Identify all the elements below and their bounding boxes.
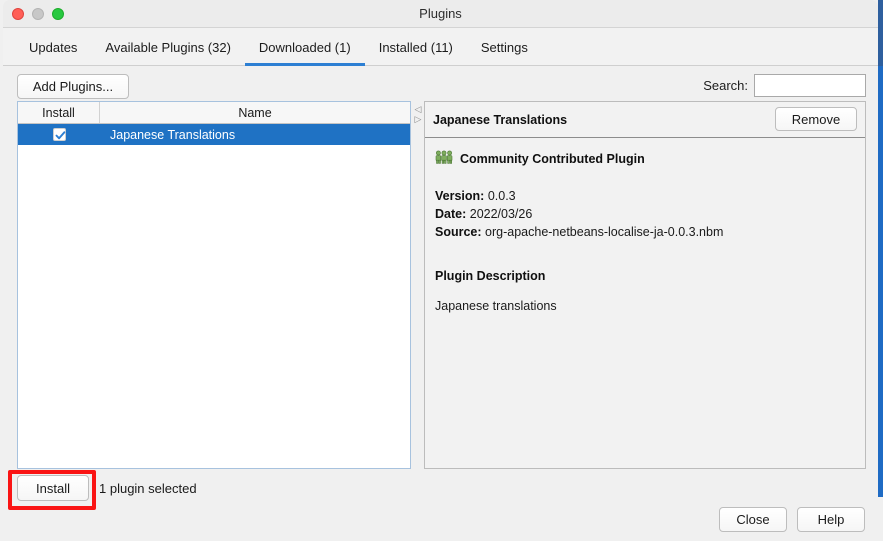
date-value: 2022/03/26	[469, 207, 533, 221]
plugin-name-cell: Japanese Translations	[110, 127, 236, 142]
community-people-icon	[435, 150, 453, 167]
description-heading: Plugin Description	[435, 269, 546, 283]
date-key: Date:	[435, 207, 467, 221]
split-pane-divider[interactable]: ◁ ▷	[412, 101, 424, 469]
title-bar: Plugins	[3, 0, 878, 28]
content-area: Add Plugins... Search: Install Name Japa…	[3, 66, 878, 541]
tab-available-plugins[interactable]: Available Plugins (32)	[91, 28, 245, 66]
window-edge-strip-top	[878, 0, 883, 66]
community-label: Community Contributed Plugin	[460, 151, 645, 166]
tab-downloaded[interactable]: Downloaded (1)	[244, 28, 365, 66]
collapse-left-icon[interactable]: ◁	[415, 105, 422, 114]
search-label: Search:	[703, 78, 748, 93]
window-edge-strip	[878, 0, 883, 497]
close-button[interactable]: Close	[719, 507, 787, 532]
tab-label: Available Plugins (32)	[105, 39, 231, 55]
community-badge: Community Contributed Plugin	[435, 150, 855, 167]
tab-label: Downloaded (1)	[258, 39, 351, 55]
plugins-window: Plugins Updates Available Plugins (32) D…	[0, 0, 883, 541]
selection-status: 1 plugin selected	[99, 480, 197, 496]
detail-body: Community Contributed Plugin Version: 0.…	[425, 138, 865, 313]
detail-plugin-title: Japanese Translations	[433, 113, 568, 127]
source-line: Source: org-apache-netbeans-localise-ja-…	[435, 223, 855, 241]
help-button[interactable]: Help	[797, 507, 865, 532]
date-line: Date: 2022/03/26	[435, 205, 855, 223]
source-value: org-apache-netbeans-localise-ja-0.0.3.nb…	[485, 225, 724, 239]
install-button[interactable]: Install	[17, 475, 89, 501]
column-header-name[interactable]: Name	[100, 102, 410, 123]
search-input[interactable]	[754, 74, 866, 97]
version-key: Version:	[435, 189, 485, 203]
tab-label: Updates	[29, 39, 78, 55]
table-row[interactable]: Japanese Translations	[18, 124, 410, 145]
split-panes: Install Name Japanese Translations ◁ ▷ J…	[17, 101, 866, 469]
install-cell	[18, 128, 100, 141]
dialog-buttons: Close Help	[719, 507, 865, 532]
version-value: 0.0.3	[487, 189, 516, 203]
collapse-right-icon[interactable]: ▷	[415, 115, 422, 124]
add-plugins-button[interactable]: Add Plugins...	[17, 74, 129, 99]
window-title: Plugins	[419, 6, 462, 21]
tab-updates[interactable]: Updates	[15, 28, 91, 66]
tab-installed[interactable]: Installed (11)	[365, 28, 467, 66]
tab-label: Settings	[480, 39, 528, 55]
source-key: Source:	[435, 225, 482, 239]
plugin-table: Install Name Japanese Translations	[17, 101, 411, 469]
version-line: Version: 0.0.3	[435, 187, 855, 205]
plugin-detail-panel: Japanese Translations Remove Community C…	[424, 101, 866, 469]
column-header-install[interactable]: Install	[18, 102, 100, 123]
tab-label: Installed (11)	[378, 39, 453, 55]
remove-button[interactable]: Remove	[775, 107, 857, 131]
search-area: Search:	[703, 74, 866, 97]
tab-bar: Updates Available Plugins (32) Downloade…	[3, 28, 878, 66]
table-header-row: Install Name	[18, 102, 410, 124]
toolbar: Add Plugins... Search:	[3, 66, 878, 101]
tab-settings[interactable]: Settings	[467, 28, 542, 66]
detail-header: Japanese Translations Remove	[425, 102, 865, 138]
description-text: Japanese translations	[435, 299, 557, 313]
install-bar: Install 1 plugin selected	[17, 475, 197, 501]
install-checkbox[interactable]	[52, 128, 66, 141]
